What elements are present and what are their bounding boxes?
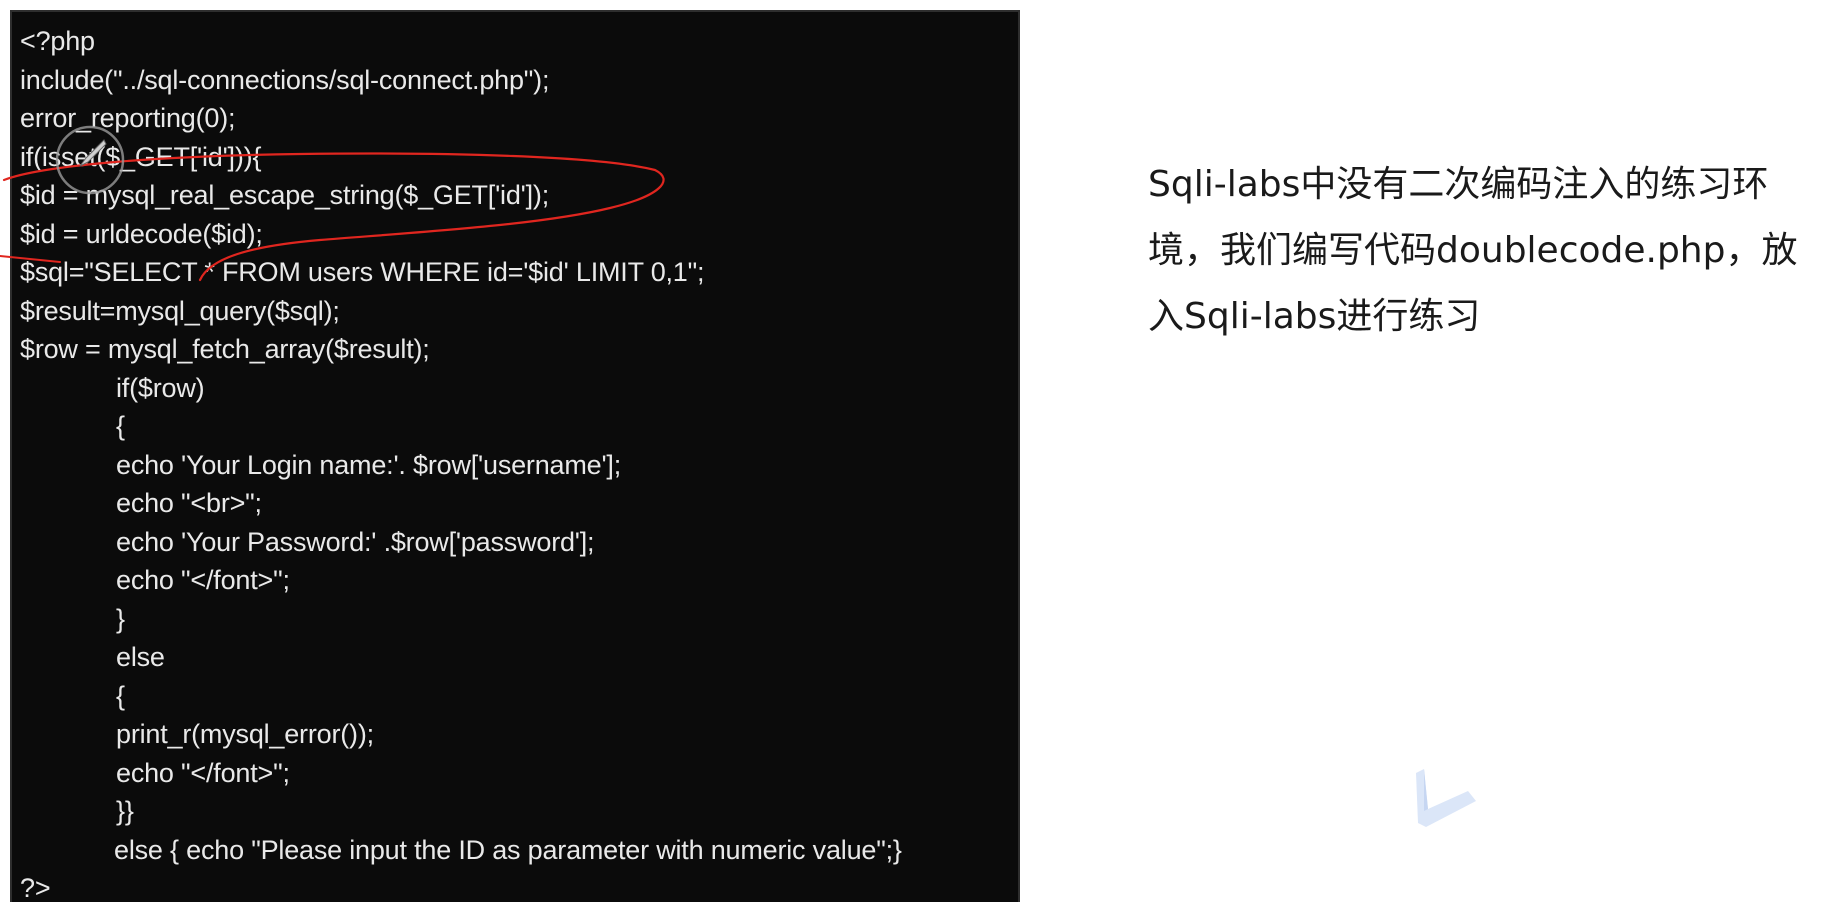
- code-line: <?php: [20, 26, 95, 56]
- code-line: {: [116, 680, 125, 711]
- code-line: if($row): [116, 372, 205, 403]
- description-line: Sqli-labs中没有二次编码注入的练习环: [1148, 164, 1769, 205]
- code-line: error_reporting(0);: [20, 103, 236, 133]
- code-line: echo "</font>";: [116, 565, 290, 595]
- code-line: $id = urldecode($id);: [20, 218, 263, 249]
- code-line: $result=mysql_query($sql);: [20, 295, 340, 326]
- code-line: echo 'Your Password:' .$row['password'];: [116, 526, 595, 557]
- code-line: else { echo "Please input the ID as para…: [114, 834, 902, 865]
- code-screenshot: <?php include("../sql-connections/sql-co…: [10, 10, 1020, 903]
- code-line: $row = mysql_fetch_array($result);: [20, 334, 430, 364]
- description-line: 境，我们编写代码doublecode.php，放: [1148, 230, 1798, 271]
- code-line: $sql="SELECT * FROM users WHERE id='$id'…: [20, 257, 705, 287]
- code-line: $id = mysql_real_escape_string($_GET['id…: [20, 180, 550, 210]
- description-line: 入Sqli-labs进行练习: [1148, 296, 1481, 337]
- code-line: }: [116, 603, 125, 634]
- code-line: {: [116, 411, 125, 441]
- code-line: }}: [116, 796, 134, 826]
- code-line: echo "<br>";: [116, 488, 262, 518]
- description-text: Sqli-labs中没有二次编码注入的练习环 境，我们编写代码doublecod…: [1148, 152, 1828, 350]
- code-line: echo 'Your Login name:'. $row['username'…: [116, 449, 622, 480]
- code-line: include("../sql-connections/sql-connect.…: [20, 64, 550, 95]
- watermark-logo-icon: [1416, 769, 1476, 827]
- code-line: echo "</font>";: [116, 757, 290, 788]
- code-line: if(isset($_GET['id'])){: [20, 141, 262, 172]
- code-line: print_r(mysql_error());: [116, 719, 374, 749]
- code-line: else: [116, 642, 165, 672]
